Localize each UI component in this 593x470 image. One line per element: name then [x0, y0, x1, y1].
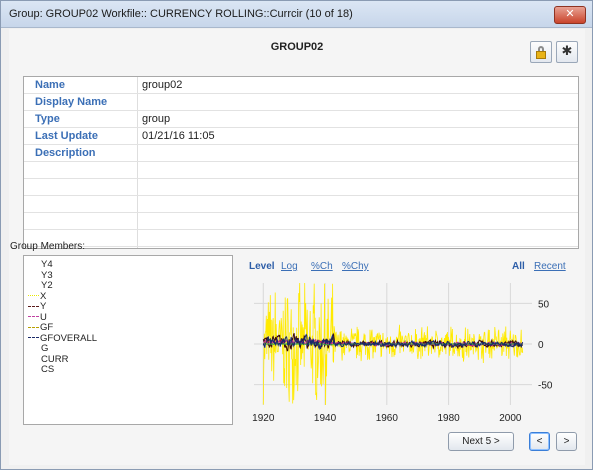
property-label: Name: [35, 79, 65, 91]
property-value[interactable]: group: [142, 113, 170, 125]
table-row: Description: [24, 145, 578, 162]
member-name: X: [40, 290, 47, 302]
series-line-swatch: [28, 316, 39, 318]
table-row: Type group: [24, 111, 578, 128]
table-row: Name group02: [24, 77, 578, 94]
member-name: Y2: [41, 280, 53, 291]
tab-all[interactable]: All: [512, 261, 525, 272]
property-value[interactable]: 01/21/16 11:05: [142, 130, 215, 142]
table-row: [24, 162, 578, 179]
next-button[interactable]: >: [556, 432, 577, 451]
table-row: [24, 196, 578, 213]
tab-pct-change-year[interactable]: %Chy: [342, 261, 369, 272]
x-tick-label: 1920: [252, 413, 275, 424]
tab-log[interactable]: Log: [281, 261, 298, 272]
member-name: Y3: [41, 269, 53, 281]
table-row: [24, 179, 578, 196]
page-title: GROUP02: [270, 41, 324, 53]
member-name: U: [40, 311, 47, 323]
x-tick-label: 1940: [314, 413, 337, 424]
tab-recent[interactable]: Recent: [534, 261, 566, 272]
title-bar[interactable]: Group: GROUP02 Workfile:: CURRENCY ROLLI…: [1, 1, 592, 28]
table-row: Display Name: [24, 94, 578, 111]
property-label: Description: [35, 147, 96, 159]
y-tick-label: -50: [538, 381, 553, 392]
pin-icon: ✱: [561, 43, 573, 58]
property-label: Display Name: [35, 96, 108, 108]
previous-button[interactable]: <: [529, 432, 550, 451]
member-name: CURR: [41, 353, 69, 365]
list-item[interactable]: CS: [28, 364, 54, 376]
member-name: G: [41, 343, 49, 354]
content-area: GROUP02 ✱ Name group02 Display Name Type gro…: [9, 29, 585, 465]
table-row: [24, 230, 578, 247]
property-value[interactable]: group02: [142, 79, 182, 91]
series-line-swatch: [28, 305, 39, 307]
properties-table: Name group02 Display Name Type group Last Upd…: [23, 76, 579, 249]
member-name: GF: [40, 322, 54, 333]
group-window: Group: GROUP02 Workfile:: CURRENCY ROLLI…: [0, 0, 593, 470]
group-members-label: Group Members:: [10, 241, 86, 252]
y-tick-label: 50: [538, 299, 550, 310]
series-line-chart: 50 0 -50 1920 1940 1960 1980 2000: [252, 282, 553, 424]
close-button[interactable]: ✕: [554, 6, 586, 24]
table-row: [24, 213, 578, 230]
series-line-swatch: [28, 326, 39, 328]
x-tick-label: 1960: [376, 413, 399, 424]
property-label: Type: [35, 113, 60, 125]
graph-view-tabs: Level Log %Ch %Chy All Recent: [249, 261, 579, 275]
property-label: Last Update: [35, 130, 98, 142]
pin-button[interactable]: ✱: [556, 41, 578, 63]
member-name: GFOVERALL: [40, 332, 98, 344]
tab-level[interactable]: Level: [249, 261, 275, 272]
table-row: Last Update 01/21/16 11:05: [24, 128, 578, 145]
tab-pct-change[interactable]: %Ch: [311, 261, 333, 272]
next-5-button[interactable]: Next 5 >: [448, 432, 514, 451]
x-tick-label: 2000: [499, 413, 522, 424]
window-title: Group: GROUP02 Workfile:: CURRENCY ROLLI…: [9, 8, 353, 20]
series-line-swatch: [28, 337, 39, 339]
x-tick-label: 1980: [437, 413, 460, 424]
member-name: Y4: [41, 259, 53, 270]
member-name: Y: [40, 301, 47, 312]
lock-button[interactable]: [530, 41, 552, 63]
group-members-list[interactable]: Y4 Y3 Y2 X Y U GF GFOVERALL G CURR CS: [23, 255, 233, 425]
close-icon: ✕: [565, 8, 575, 20]
series-line-swatch: [28, 295, 39, 297]
member-name: CS: [41, 364, 55, 375]
y-tick-label: 0: [538, 340, 544, 351]
